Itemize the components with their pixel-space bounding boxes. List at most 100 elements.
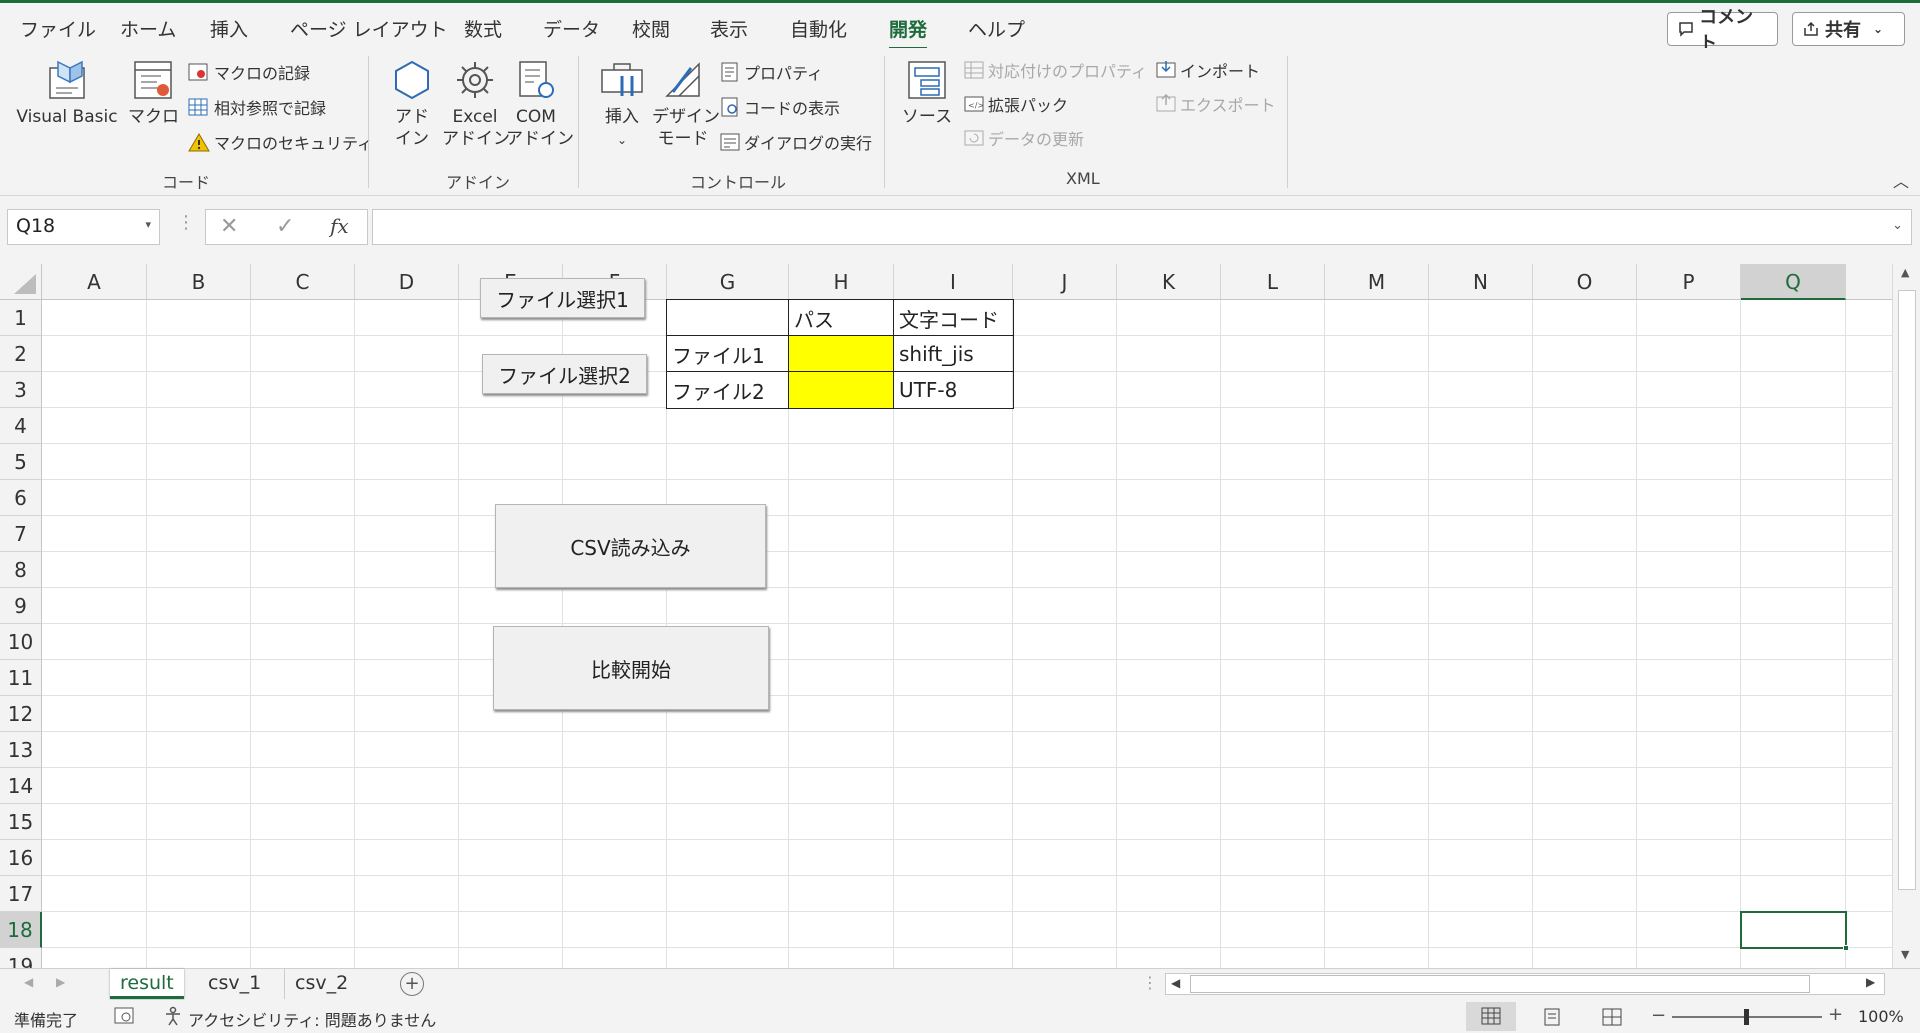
macro-security-button[interactable]: マクロのセキュリティ — [188, 130, 373, 154]
row-header[interactable]: 13 — [0, 732, 42, 768]
share-button[interactable]: 共有 ⌄ — [1792, 12, 1905, 46]
column-header-h[interactable]: H — [789, 264, 894, 300]
active-cell-q18[interactable] — [1740, 911, 1847, 949]
column-header-n[interactable]: N — [1429, 264, 1533, 300]
select-all-corner[interactable] — [0, 264, 42, 300]
tab-insert[interactable]: 挿入 — [210, 15, 248, 42]
column-header-d[interactable]: D — [355, 264, 459, 300]
row-header[interactable]: 12 — [0, 696, 42, 732]
previous-sheet-icon[interactable]: ◀ — [24, 975, 33, 989]
load-csv-button[interactable]: CSV読み込み — [495, 504, 766, 588]
column-header-o[interactable]: O — [1533, 264, 1637, 300]
row-header[interactable]: 17 — [0, 876, 42, 912]
design-mode-button[interactable]: デザイン モード — [652, 58, 720, 150]
column-header-g[interactable]: G — [667, 264, 789, 300]
normal-view-button[interactable] — [1466, 1002, 1516, 1031]
sheet-tab-csv-2[interactable]: csv_2 — [284, 969, 358, 999]
chevron-down-icon[interactable]: ▾ — [145, 218, 151, 231]
start-compare-button[interactable]: 比較開始 — [493, 626, 769, 710]
macros-button[interactable]: マクロ — [128, 58, 179, 128]
excel-addins-button[interactable]: Excel アドイン — [442, 58, 510, 150]
name-box[interactable]: Q18 ▾ — [7, 209, 160, 245]
row-header[interactable]: 16 — [0, 840, 42, 876]
vertical-scroll-thumb[interactable] — [1898, 290, 1916, 890]
view-code-button[interactable]: コードの表示 — [720, 95, 840, 119]
row-header[interactable]: 14 — [0, 768, 42, 804]
column-header-j[interactable]: J — [1013, 264, 1117, 300]
accessibility-status[interactable]: アクセシビリティ: 問題ありません — [188, 1007, 436, 1031]
add-sheet-icon[interactable]: + — [400, 972, 424, 996]
tab-help[interactable]: ヘルプ — [968, 15, 1025, 42]
column-header-k[interactable]: K — [1117, 264, 1221, 300]
visual-basic-button[interactable]: Visual Basic — [14, 58, 120, 128]
scroll-left-icon[interactable]: ◀ — [1171, 976, 1180, 990]
horizontal-scroll-thumb[interactable] — [1190, 975, 1810, 993]
select-file-2-button[interactable]: ファイル選択2 — [482, 354, 647, 394]
horizontal-scrollbar[interactable]: ◀ — [1165, 973, 1885, 995]
cancel-icon[interactable]: ✕ — [220, 214, 238, 239]
column-header-l[interactable]: L — [1221, 264, 1325, 300]
record-macro-button[interactable]: マクロの記録 — [188, 60, 310, 84]
row-header-selected[interactable]: 18 — [0, 912, 42, 948]
tab-page-layout[interactable]: ページ レイアウト — [290, 15, 448, 42]
column-header-c[interactable]: C — [251, 264, 355, 300]
row-header[interactable]: 15 — [0, 804, 42, 840]
addins-button[interactable]: アド イン — [384, 58, 440, 150]
scroll-down-icon[interactable]: ▼ — [1901, 948, 1909, 961]
zoom-level[interactable]: 100% — [1858, 1007, 1904, 1026]
zoom-slider-thumb[interactable] — [1744, 1009, 1749, 1025]
tab-developer[interactable]: 開発 — [889, 15, 928, 50]
row-header[interactable]: 6 — [0, 480, 42, 516]
tab-home[interactable]: ホーム — [120, 15, 176, 42]
column-header-q[interactable]: Q — [1741, 264, 1846, 300]
row-header[interactable]: 9 — [0, 588, 42, 624]
scroll-right-icon[interactable]: ▶ — [1866, 975, 1875, 989]
chevron-down-icon[interactable]: ⌄ — [1892, 218, 1903, 233]
next-sheet-icon[interactable]: ▶ — [56, 975, 65, 989]
more-options-icon[interactable]: ⋮ — [177, 212, 195, 233]
tab-review[interactable]: 校閲 — [632, 15, 670, 42]
vertical-scrollbar[interactable]: ▲ ▼ — [1892, 264, 1920, 968]
formula-input[interactable]: ⌄ — [372, 209, 1912, 245]
macro-recording-icon[interactable] — [114, 1006, 136, 1026]
zoom-out-icon[interactable]: − — [1651, 1005, 1666, 1026]
run-dialog-button[interactable]: ダイアログの実行 — [720, 130, 872, 154]
worksheet-grid[interactable]: A B C D E F G H I J K L M N O P Q 1 2 3 … — [0, 264, 1892, 968]
relative-reference-button[interactable]: 相対参照で記録 — [188, 95, 326, 119]
zoom-in-icon[interactable]: + — [1828, 1004, 1843, 1025]
row-header[interactable]: 8 — [0, 552, 42, 588]
zoom-slider[interactable] — [1672, 1009, 1822, 1025]
column-header-b[interactable]: B — [147, 264, 251, 300]
import-button[interactable]: インポート — [1156, 58, 1260, 82]
insert-control-button[interactable]: 挿入 ⌄ — [594, 58, 650, 151]
page-layout-view-icon[interactable] — [1542, 1008, 1562, 1026]
row-header[interactable]: 7 — [0, 516, 42, 552]
com-addins-button[interactable]: COM アドイン — [506, 58, 574, 150]
tab-file[interactable]: ファイル — [20, 15, 96, 42]
row-header[interactable]: 10 — [0, 624, 42, 660]
enter-icon[interactable]: ✓ — [276, 214, 294, 239]
column-header-a[interactable]: A — [42, 264, 147, 300]
tab-view[interactable]: 表示 — [710, 15, 748, 42]
insert-function-icon[interactable]: fx — [330, 214, 349, 238]
row-header[interactable]: 4 — [0, 408, 42, 444]
properties-button[interactable]: プロパティ — [720, 60, 823, 84]
column-header-i[interactable]: I — [894, 264, 1013, 300]
tab-data[interactable]: データ — [543, 15, 600, 42]
sheet-tab-csv-1[interactable]: csv_1 — [198, 969, 271, 999]
accessibility-icon[interactable] — [163, 1006, 183, 1026]
row-header[interactable]: 3 — [0, 372, 42, 408]
chevron-down-icon[interactable]: ⌄ — [1873, 22, 1883, 36]
sheet-tab-result[interactable]: result — [110, 969, 184, 999]
fill-handle[interactable] — [1843, 945, 1849, 951]
row-header[interactable]: 19 — [0, 948, 42, 968]
more-options-icon[interactable]: ⋮ — [1142, 973, 1158, 992]
row-header[interactable]: 5 — [0, 444, 42, 480]
tab-formulas[interactable]: 数式 — [464, 15, 502, 42]
tab-automate[interactable]: 自動化 — [790, 15, 847, 42]
row-header[interactable]: 1 — [0, 300, 42, 336]
row-header[interactable]: 2 — [0, 336, 42, 372]
select-file-1-button[interactable]: ファイル選択1 — [480, 278, 645, 318]
page-break-view-icon[interactable] — [1602, 1008, 1622, 1026]
xml-source-button[interactable]: ソース — [898, 58, 956, 128]
